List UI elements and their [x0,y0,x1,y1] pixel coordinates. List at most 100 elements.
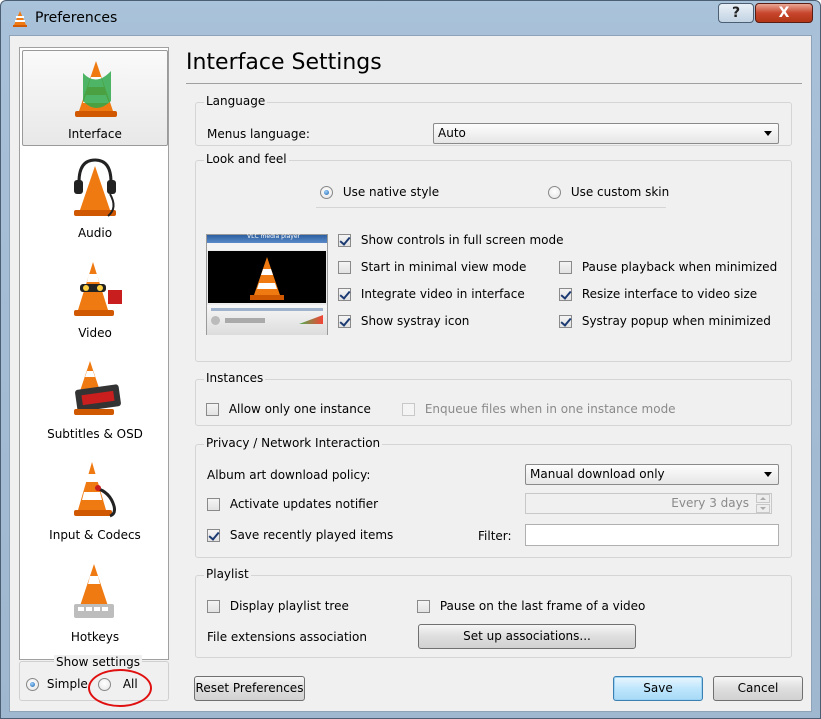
page-title: Interface Settings [186,50,382,75]
dialog-body: Interface Audio Video Subtitles & OSD In… [9,35,812,712]
hotkeys-cone-icon [74,564,114,618]
simple-label: Simple [46,677,88,691]
recent-items-label: Save recently played items [229,528,394,542]
sidebar-item-subtitles[interactable]: Subtitles & OSD [22,351,168,447]
systray-popup-option[interactable]: Systray popup when minimized [559,314,771,328]
window-title: Preferences [35,10,118,26]
interface-preview-image: VLC media player [206,233,328,335]
close-button[interactable]: X [755,3,813,23]
instances-group-title: Instances [204,371,266,385]
cancel-button[interactable]: Cancel [713,676,803,701]
resize-interface-option[interactable]: Resize interface to video size [559,287,757,301]
playlist-tree-label: Display playlist tree [229,599,349,613]
save-button[interactable]: Save [613,676,703,701]
systray-popup-checkbox[interactable] [559,315,572,328]
sidebar-item-label: Interface [68,127,122,141]
enqueue-label: Enqueue files when in one instance mode [424,402,676,416]
systray-icon-label: Show systray icon [360,314,470,328]
sidebar-item-video[interactable]: Video [22,250,168,346]
sidebar-item-label: Hotkeys [70,630,120,644]
systray-icon-checkbox[interactable] [338,315,351,328]
sidebar-item-input-codecs[interactable]: Input & Codecs [22,452,168,548]
playlist-tree-option[interactable]: Display playlist tree [207,599,349,613]
recent-items-option[interactable]: Save recently played items [207,528,393,542]
album-art-value: Manual download only [530,467,665,481]
sidebar-item-audio[interactable]: Audio [22,150,168,246]
custom-skin-radio[interactable] [548,186,561,199]
systray-icon-option[interactable]: Show systray icon [338,314,469,328]
one-instance-checkbox[interactable] [206,403,219,416]
red-circle-annotation [88,669,152,707]
pause-minimized-checkbox[interactable] [559,261,572,274]
look-and-feel-group-title: Look and feel [204,152,289,166]
pause-minimized-label: Pause playback when minimized [581,260,778,274]
minimal-view-checkbox[interactable] [338,261,351,274]
fullscreen-controls-label: Show controls in full screen mode [360,233,564,247]
vlc-cone-icon [13,11,27,27]
preview-controls [207,305,327,335]
style-divider [316,207,666,208]
custom-skin-label: Use custom skin [570,185,670,199]
fullscreen-controls-option[interactable]: Show controls in full screen mode [338,233,564,247]
native-style-radio[interactable] [320,186,333,199]
integrate-video-checkbox[interactable] [338,288,351,301]
help-button[interactable]: ? [718,3,754,23]
updates-checkbox[interactable] [207,498,220,511]
enqueue-checkbox [402,403,415,416]
filter-input[interactable] [525,524,779,546]
preview-title-bar: VLC media player [207,233,327,243]
resize-interface-label: Resize interface to video size [581,287,758,301]
menus-language-value: Auto [438,126,466,140]
title-bar[interactable]: Preferences ? X [1,1,820,35]
language-group: Language Menus language: Auto [195,94,792,146]
resize-interface-checkbox[interactable] [559,288,572,301]
vlc-cone-icon [250,257,284,300]
updates-interval-spinbox: Every 3 days [525,493,772,514]
playlist-group-title: Playlist [204,567,251,581]
chevron-down-icon [764,472,772,477]
menus-language-select[interactable]: Auto [433,123,779,144]
sidebar-item-label: Input & Codecs [49,528,141,542]
sidebar-item-label: Audio [77,226,113,240]
file-extensions-label: File extensions association [207,630,367,644]
one-instance-option[interactable]: Allow only one instance [206,402,371,416]
pause-last-frame-option[interactable]: Pause on the last frame of a video [417,599,645,613]
chevron-down-icon [764,131,772,136]
sidebar-item-hotkeys[interactable]: Hotkeys [22,554,168,650]
enqueue-option: Enqueue files when in one instance mode [402,402,676,416]
pause-last-frame-label: Pause on the last frame of a video [439,599,646,613]
sidebar-item-label: Subtitles & OSD [47,427,143,441]
playlist-tree-checkbox[interactable] [207,600,220,613]
minimal-view-label: Start in minimal view mode [360,260,527,274]
pause-minimized-option[interactable]: Pause playback when minimized [559,260,777,274]
privacy-group-title: Privacy / Network Interaction [204,436,383,450]
simple-radio[interactable] [26,678,39,691]
minimal-view-option[interactable]: Start in minimal view mode [338,260,526,274]
sidebar-item-interface[interactable]: Interface [22,50,168,146]
album-art-label: Album art download policy: [207,468,371,482]
pause-last-frame-checkbox[interactable] [417,600,430,613]
video-cone-icon [74,262,122,316]
updates-label: Activate updates notifier [229,497,379,511]
setup-associations-button[interactable]: Set up associations... [418,624,636,649]
recent-items-checkbox[interactable] [207,529,220,542]
updates-option[interactable]: Activate updates notifier [207,497,378,511]
native-style-label: Use native style [342,185,440,199]
privacy-group: Privacy / Network Interaction Album art … [195,436,792,558]
updates-interval-value: Every 3 days [671,496,749,510]
audio-headphones-icon [74,158,116,217]
reset-preferences-button[interactable]: Reset Preferences [194,676,305,701]
album-art-select[interactable]: Manual download only [525,464,779,485]
playlist-group: Playlist Display playlist tree Pause on … [195,567,792,658]
custom-skin-option[interactable]: Use custom skin [548,185,669,199]
one-instance-label: Allow only one instance [228,402,371,416]
preview-menu-bar [207,243,327,250]
language-group-title: Language [204,94,268,108]
native-style-option[interactable]: Use native style [320,185,439,199]
integrate-video-option[interactable]: Integrate video in interface [338,287,525,301]
fullscreen-controls-checkbox[interactable] [338,234,351,247]
input-codecs-icon [74,462,116,518]
title-divider [186,83,802,84]
spin-down-icon [756,504,770,513]
simple-option[interactable]: Simple [26,677,88,691]
